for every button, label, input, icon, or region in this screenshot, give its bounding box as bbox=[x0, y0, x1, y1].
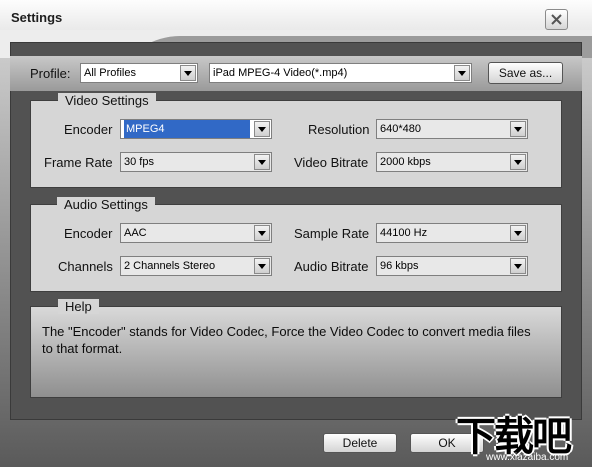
chevron-down-icon[interactable] bbox=[510, 225, 526, 241]
audio-encoder-label: Encoder bbox=[64, 226, 113, 241]
audio-settings-group bbox=[30, 204, 562, 292]
profile-category-select[interactable]: All Profiles bbox=[80, 63, 198, 83]
chevron-down-icon[interactable] bbox=[180, 65, 196, 81]
chevron-down-icon[interactable] bbox=[510, 154, 526, 170]
chevron-down-icon[interactable] bbox=[454, 65, 470, 81]
frame-rate-label: Frame Rate bbox=[44, 155, 113, 170]
chevron-down-icon[interactable] bbox=[254, 258, 270, 274]
delete-button[interactable]: Delete bbox=[323, 433, 397, 453]
resolution-select[interactable]: 640*480 bbox=[376, 119, 528, 139]
close-button[interactable] bbox=[545, 9, 568, 30]
sample-rate-select[interactable]: 44100 Hz bbox=[376, 223, 528, 243]
window-title: Settings bbox=[11, 10, 63, 25]
chevron-down-icon[interactable] bbox=[254, 225, 270, 241]
sample-rate-label: Sample Rate bbox=[294, 226, 370, 241]
frame-rate-select[interactable]: 30 fps bbox=[120, 152, 272, 172]
video-settings-legend: Video Settings bbox=[58, 93, 156, 108]
help-text: The "Encoder" stands for Video Codec, Fo… bbox=[42, 324, 531, 356]
audio-bitrate-select[interactable]: 96 kbps bbox=[376, 256, 528, 276]
audio-bitrate-label: Audio Bitrate bbox=[294, 259, 369, 274]
video-bitrate-select[interactable]: 2000 kbps bbox=[376, 152, 528, 172]
channels-label: Channels bbox=[58, 259, 113, 274]
settings-window: Settings Profile: All Profiles iPad MPEG… bbox=[0, 0, 592, 467]
video-encoder-select[interactable]: MPEG4 bbox=[120, 119, 272, 139]
help-legend: Help bbox=[58, 299, 99, 314]
profile-label: Profile: bbox=[30, 66, 71, 81]
audio-encoder-select[interactable]: AAC bbox=[120, 223, 272, 243]
profile-format-select[interactable]: iPad MPEG-4 Video(*.mp4) bbox=[209, 63, 472, 83]
channels-select[interactable]: 2 Channels Stereo bbox=[120, 256, 272, 276]
chevron-down-icon[interactable] bbox=[510, 258, 526, 274]
save-as-button[interactable]: Save as... bbox=[488, 62, 563, 84]
video-encoder-label: Encoder bbox=[64, 122, 113, 137]
video-bitrate-label: Video Bitrate bbox=[294, 155, 369, 170]
chevron-down-icon[interactable] bbox=[510, 121, 526, 137]
video-settings-group bbox=[30, 100, 562, 188]
close-icon bbox=[551, 14, 562, 25]
chevron-down-icon[interactable] bbox=[254, 121, 270, 137]
resolution-label: Resolution bbox=[308, 122, 370, 137]
chevron-down-icon[interactable] bbox=[254, 154, 270, 170]
watermark: 下载吧 www.xiazaiba.com bbox=[452, 404, 592, 467]
audio-settings-legend: Audio Settings bbox=[57, 197, 155, 212]
watermark-url: www.xiazaiba.com bbox=[486, 452, 569, 463]
